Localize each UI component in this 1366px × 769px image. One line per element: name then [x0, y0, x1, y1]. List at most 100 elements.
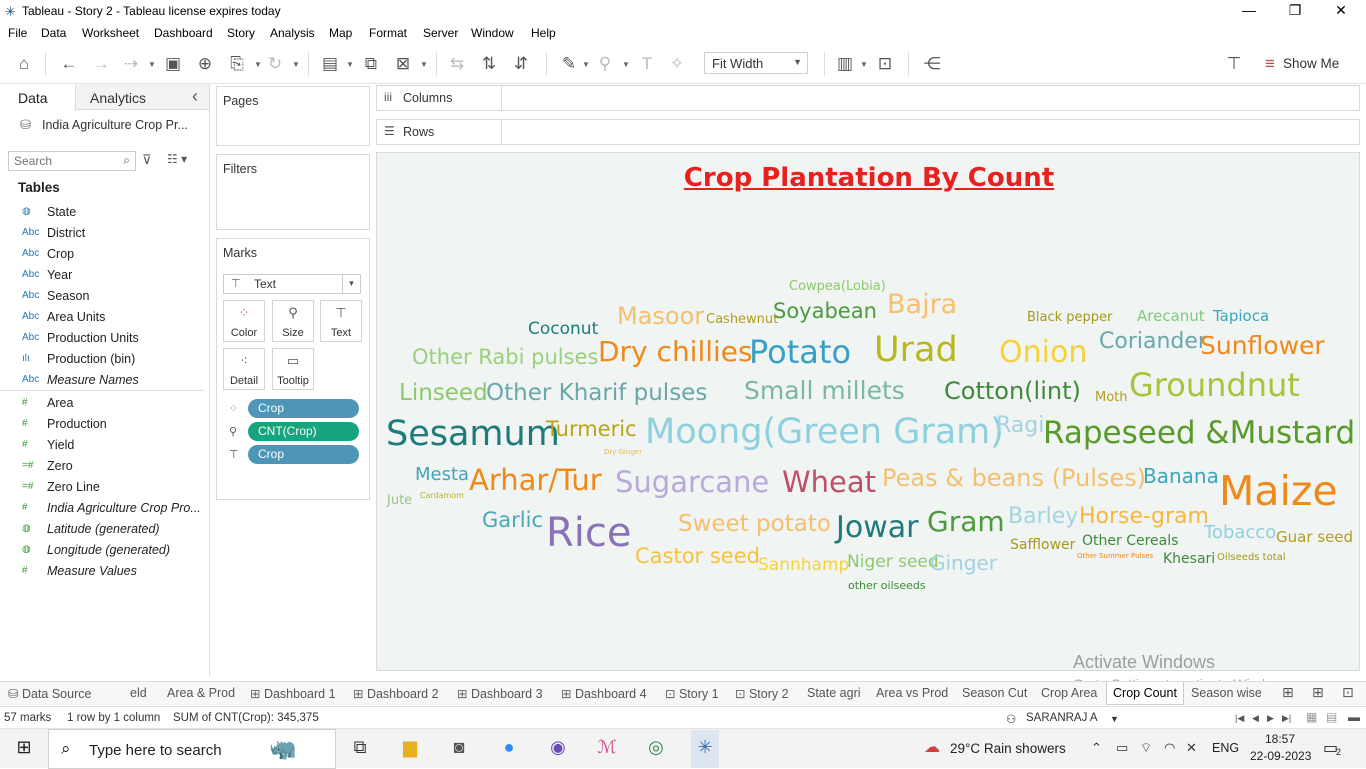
- word-mark[interactable]: Rapeseed &Mustard: [1043, 418, 1355, 449]
- word-mark[interactable]: Garlic: [482, 510, 543, 531]
- field-item[interactable]: =# Zero Line: [0, 477, 208, 498]
- duplicate-icon[interactable]: ⧉: [360, 53, 382, 75]
- word-mark[interactable]: Moth: [1095, 391, 1128, 404]
- last-sheet-icon[interactable]: ▶|: [1282, 713, 1291, 724]
- columns-shelf[interactable]: iii Columns: [376, 85, 1360, 111]
- text-button[interactable]: ⊤ Text: [320, 300, 362, 342]
- word-mark[interactable]: Other Rabi pulses: [412, 347, 598, 368]
- field-item[interactable]: # Yield: [0, 435, 208, 456]
- new-story-tab-icon[interactable]: ⊡: [1342, 684, 1354, 701]
- format-painter-icon[interactable]: ⊤: [1223, 53, 1245, 75]
- menu-window[interactable]: Window: [471, 26, 514, 40]
- tab-data[interactable]: Data: [0, 84, 76, 111]
- crop-text-pill[interactable]: Crop: [248, 445, 359, 464]
- tabs-view-icon[interactable]: ▬: [1348, 710, 1360, 724]
- word-mark[interactable]: other oilseeds: [848, 580, 926, 591]
- menu-story[interactable]: Story: [227, 26, 255, 40]
- word-mark[interactable]: Ragi: [996, 415, 1044, 437]
- wifi-icon[interactable]: ◠: [1164, 740, 1175, 756]
- sheet-tab[interactable]: ⛁ Data Source: [8, 686, 91, 701]
- field-item[interactable]: Abc Area Units: [0, 307, 208, 328]
- word-mark[interactable]: Dry Ginger: [604, 449, 642, 456]
- field-item[interactable]: Abc Year: [0, 265, 208, 286]
- word-mark[interactable]: Banana: [1143, 466, 1219, 486]
- menu-analysis[interactable]: Analysis: [270, 26, 315, 40]
- word-mark[interactable]: Arhar/Tur: [469, 466, 602, 495]
- chrome-icon[interactable]: ◎: [642, 737, 670, 758]
- sheet-sorter-icon[interactable]: ▤: [1326, 710, 1337, 724]
- word-mark[interactable]: Groundnut: [1129, 369, 1300, 401]
- word-mark[interactable]: Sunflower: [1200, 333, 1325, 358]
- filter-icon[interactable]: ⊽: [142, 152, 152, 168]
- word-mark[interactable]: Oilseeds total: [1217, 553, 1286, 563]
- pin-icon[interactable]: ✧: [666, 53, 688, 75]
- chevron-down-icon[interactable]: ▼: [346, 60, 354, 69]
- filmstrip-view-icon[interactable]: ▦: [1306, 710, 1317, 724]
- word-mark[interactable]: Bajra: [887, 291, 957, 318]
- chevron-down-icon[interactable]: ▼: [254, 60, 262, 69]
- rows-shelf[interactable]: ☰ Rows: [376, 119, 1360, 145]
- chevron-down-icon[interactable]: ▼: [1110, 714, 1119, 724]
- chevron-down-icon[interactable]: ▼: [622, 60, 630, 69]
- viz-canvas[interactable]: Crop Plantation By Count Cowpea(Lobia) Ma…: [376, 152, 1360, 671]
- word-mark[interactable]: Onion: [999, 338, 1087, 368]
- sheet-tab[interactable]: Crop Area: [1041, 686, 1097, 700]
- taskbar-search[interactable]: ⌕ Type here to search 🦏: [48, 729, 336, 769]
- collapse-pane-icon[interactable]: ‹: [192, 86, 198, 107]
- zoom-icon[interactable]: ●: [495, 737, 523, 758]
- share-icon[interactable]: ⋲: [921, 53, 943, 75]
- fit-dropdown[interactable]: Fit Width ▼: [704, 52, 808, 74]
- group-icon[interactable]: ⚲: [594, 53, 616, 75]
- word-mark[interactable]: Rice: [546, 513, 632, 553]
- menu-server[interactable]: Server: [423, 26, 458, 40]
- first-sheet-icon[interactable]: |◀: [1235, 713, 1244, 724]
- word-mark[interactable]: Horse-gram: [1079, 506, 1209, 528]
- presentation-mode-icon[interactable]: ⊡: [874, 53, 896, 75]
- sort-ascending-icon[interactable]: ⇅: [478, 53, 500, 75]
- prev-sheet-icon[interactable]: ◀: [1252, 713, 1259, 724]
- menu-format[interactable]: Format: [369, 26, 407, 40]
- sheet-tab[interactable]: ⊞ Dashboard 3: [457, 686, 543, 701]
- sheet-tab[interactable]: ⊞ Dashboard 4: [561, 686, 647, 701]
- word-mark[interactable]: Niger seed: [847, 554, 939, 571]
- word-mark[interactable]: Tapioca: [1213, 309, 1269, 324]
- replay-icon[interactable]: ⇢: [120, 53, 142, 75]
- word-mark[interactable]: Wheat: [782, 468, 876, 497]
- word-mark[interactable]: Jute: [387, 494, 412, 507]
- next-sheet-icon[interactable]: ▶: [1267, 713, 1274, 724]
- field-item[interactable]: # Area: [0, 393, 208, 414]
- minimize-button[interactable]: —: [1226, 2, 1272, 18]
- field-item[interactable]: ılı Production (bin): [0, 349, 208, 370]
- new-worksheet-tab-icon[interactable]: ⊞: [1282, 684, 1294, 701]
- word-mark[interactable]: Masoor: [617, 304, 704, 328]
- word-mark[interactable]: Potato: [749, 336, 851, 368]
- new-worksheet-icon[interactable]: ▤: [319, 53, 341, 75]
- user-name[interactable]: SARANRAJ A: [1026, 712, 1098, 724]
- menu-worksheet[interactable]: Worksheet: [82, 26, 139, 40]
- field-item[interactable]: Abc Measure Names: [0, 370, 208, 391]
- media-player-icon[interactable]: ◉: [544, 737, 572, 758]
- word-mark[interactable]: Safflower: [1010, 538, 1075, 552]
- word-mark[interactable]: Other Kharif pulses: [486, 382, 707, 405]
- word-mark[interactable]: Ginger: [930, 553, 997, 573]
- word-mark[interactable]: Maize: [1219, 471, 1338, 512]
- sheet-tab[interactable]: Crop Count: [1106, 682, 1184, 705]
- tooltip-button[interactable]: ▭ Tooltip: [272, 348, 314, 390]
- new-dashboard-tab-icon[interactable]: ⊞: [1312, 684, 1324, 701]
- mark-type-dropdown[interactable]: ⊤ Text ▼: [223, 274, 361, 294]
- word-mark[interactable]: Coconut: [528, 321, 598, 338]
- menu-help[interactable]: Help: [531, 26, 556, 40]
- menu-file[interactable]: File: [8, 26, 27, 40]
- word-mark[interactable]: Other Summer Pulses: [1077, 553, 1153, 560]
- chevron-down-icon[interactable]: ▼: [420, 60, 428, 69]
- clock-time[interactable]: 18:57: [1265, 732, 1295, 746]
- field-item[interactable]: # India Agriculture Crop Pro...: [0, 498, 208, 519]
- task-view-icon[interactable]: ⧉: [346, 737, 374, 758]
- datasource-name[interactable]: India Agriculture Crop Pr...: [42, 118, 188, 132]
- new-datasource-icon[interactable]: ⊕: [194, 53, 216, 75]
- field-item[interactable]: Abc Production Units: [0, 328, 208, 349]
- color-button[interactable]: ⁘ Color: [223, 300, 265, 342]
- pause-updates-icon[interactable]: ⎘: [226, 53, 248, 75]
- search-field[interactable]: ⌕: [8, 151, 136, 171]
- field-item[interactable]: ◍ Longitude (generated): [0, 540, 208, 561]
